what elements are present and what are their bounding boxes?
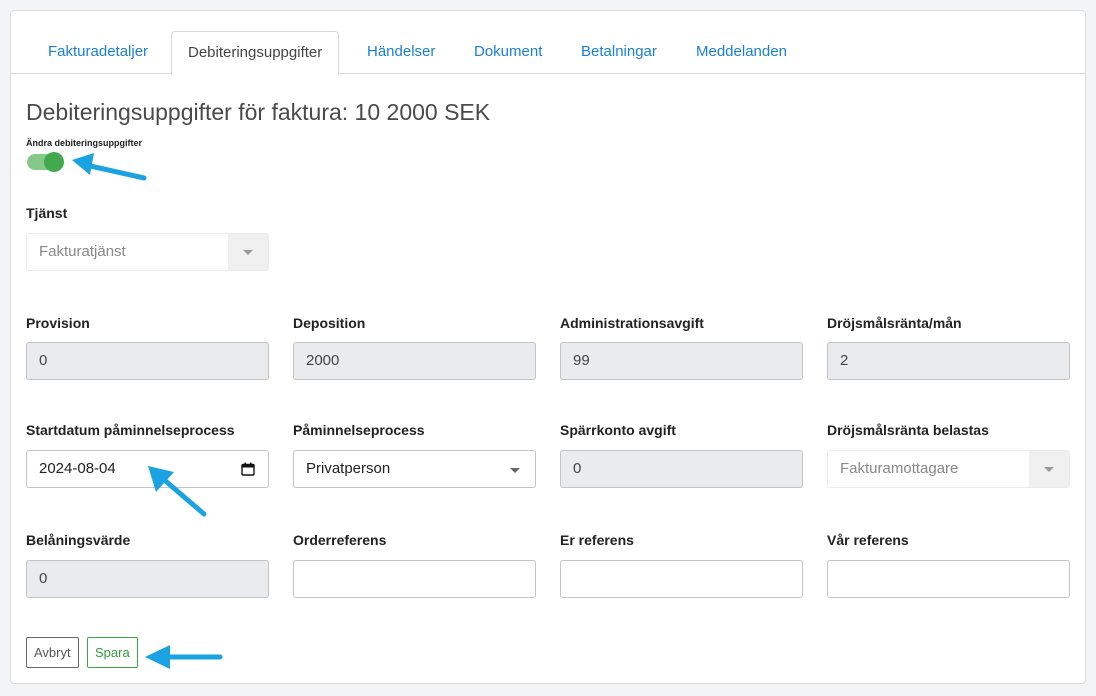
chevron-down-icon bbox=[1044, 467, 1054, 472]
tab-handelser[interactable]: Händelser bbox=[351, 31, 451, 74]
tab-betalningar[interactable]: Betalningar bbox=[565, 31, 673, 74]
toggle-knob bbox=[44, 152, 64, 172]
tab-bar: Fakturadetaljer Debiteringsuppgifter Hän… bbox=[11, 31, 1085, 75]
save-button[interactable]: Spara bbox=[87, 637, 138, 668]
paminnelseprocess-select[interactable]: Privatperson bbox=[293, 450, 536, 488]
drojsmalsranta-belastas-label: Dröjsmålsränta belastas bbox=[827, 422, 989, 438]
administrationsavgift-label: Administrationsavgift bbox=[560, 315, 704, 331]
sparrkonto-avgift-label: Spärrkonto avgift bbox=[560, 422, 676, 438]
paminnelseprocess-label: Påminnelseprocess bbox=[293, 422, 425, 438]
annotation-arrow-icon bbox=[145, 645, 223, 669]
cancel-button[interactable]: Avbryt bbox=[26, 637, 79, 668]
tab-meddelanden[interactable]: Meddelanden bbox=[680, 31, 803, 74]
belaningsvarde-label: Belåningsvärde bbox=[26, 532, 131, 548]
orderreferens-label: Orderreferens bbox=[293, 532, 387, 548]
edit-billing-toggle[interactable] bbox=[27, 152, 64, 172]
drojsmalsranta-belastas-value: Fakturamottagare bbox=[840, 460, 959, 477]
provision-field: 0 bbox=[26, 342, 269, 380]
drojsmalsranta-man-field: 2 bbox=[827, 342, 1070, 380]
deposition-field: 2000 bbox=[293, 342, 536, 380]
drojsmalsranta-belastas-caret-box bbox=[1029, 451, 1069, 487]
billing-card: Fakturadetaljer Debiteringsuppgifter Hän… bbox=[10, 10, 1086, 684]
tjanst-caret-box bbox=[228, 234, 268, 270]
tjanst-select: Fakturatjänst bbox=[26, 233, 269, 271]
orderreferens-input[interactable] bbox=[293, 560, 536, 598]
sparrkonto-avgift-field: 0 bbox=[560, 450, 803, 488]
drojsmalsranta-belastas-select: Fakturamottagare bbox=[827, 450, 1070, 488]
paminnelseprocess-value: Privatperson bbox=[306, 460, 391, 477]
belaningsvarde-field: 0 bbox=[26, 560, 269, 598]
tab-dokument[interactable]: Dokument bbox=[458, 31, 558, 74]
deposition-label: Deposition bbox=[293, 315, 366, 331]
tjanst-value: Fakturatjänst bbox=[39, 243, 126, 260]
startdatum-label: Startdatum påminnelseprocess bbox=[26, 422, 235, 438]
startdatum-value: 2024-08-04 bbox=[39, 460, 116, 477]
er-referens-input[interactable] bbox=[560, 560, 803, 598]
annotation-arrow-icon bbox=[72, 153, 147, 181]
var-referens-input[interactable] bbox=[827, 560, 1070, 598]
calendar-icon[interactable] bbox=[241, 462, 255, 476]
page-title: Debiteringsuppgifter för faktura: 10 200… bbox=[26, 99, 491, 125]
tjanst-label: Tjänst bbox=[26, 205, 68, 221]
drojsmalsranta-man-label: Dröjsmålsränta/mån bbox=[827, 315, 962, 331]
chevron-down-icon bbox=[510, 468, 520, 473]
administrationsavgift-field: 99 bbox=[560, 342, 803, 380]
tab-debiteringsuppgifter[interactable]: Debiteringsuppgifter bbox=[171, 31, 340, 75]
annotation-arrow-icon bbox=[148, 466, 207, 517]
tab-fakturadetaljer[interactable]: Fakturadetaljer bbox=[32, 31, 164, 74]
er-referens-label: Er referens bbox=[560, 532, 634, 548]
chevron-down-icon bbox=[243, 250, 253, 255]
provision-label: Provision bbox=[26, 315, 90, 331]
var-referens-label: Vår referens bbox=[827, 532, 909, 548]
